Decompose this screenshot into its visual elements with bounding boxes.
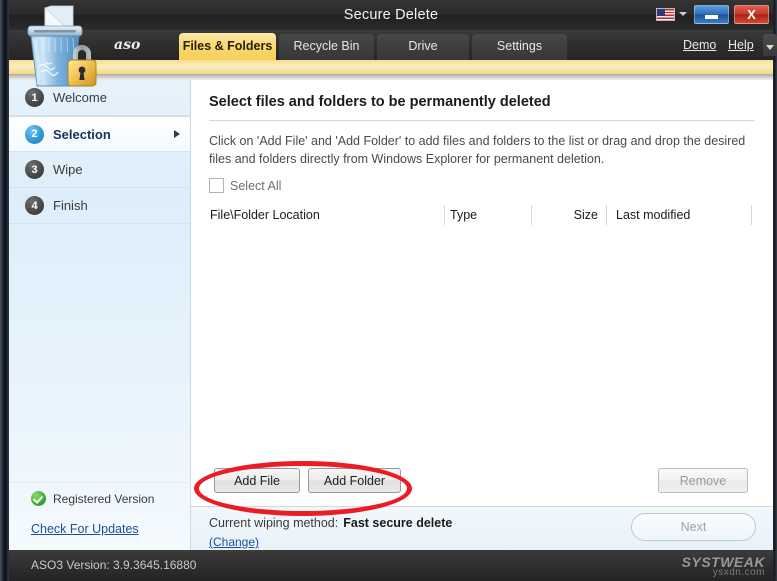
wizard-footer: Current wiping method: Fast secure delete…	[191, 507, 773, 550]
language-selector[interactable]	[654, 7, 689, 22]
tab-files-and-folders[interactable]: Files & Folders	[179, 33, 276, 60]
tab-drive[interactable]: Drive	[377, 34, 469, 60]
column-header-location[interactable]: File\Folder Location	[210, 202, 320, 228]
help-menu-button[interactable]	[763, 34, 777, 56]
file-table-body[interactable]	[206, 228, 758, 448]
chevron-right-icon	[174, 130, 180, 138]
next-button[interactable]: Next	[631, 513, 756, 541]
step-number-badge: 4	[25, 196, 44, 215]
title-divider	[209, 120, 755, 121]
minimize-button[interactable]	[694, 5, 729, 24]
select-all-checkbox[interactable]	[209, 178, 224, 193]
sidebar-item-finish[interactable]: 4 Finish	[9, 188, 190, 224]
page-title: Select files and folders to be permanent…	[209, 94, 551, 110]
column-divider[interactable]	[531, 205, 532, 225]
page-description: Click on 'Add File' and 'Add Folder' to …	[209, 132, 757, 168]
column-divider[interactable]	[751, 205, 752, 225]
wizard-sidebar: 1 Welcome 2 Selection 3 Wipe 4 Finish Re…	[9, 80, 191, 550]
column-header-last-modified[interactable]: Last modified	[616, 202, 690, 228]
check-for-updates-link[interactable]: Check For Updates	[9, 514, 191, 550]
column-divider[interactable]	[606, 205, 607, 225]
file-table-header: File\Folder Location Type Size Last modi…	[206, 202, 758, 229]
step-number-badge: 3	[25, 160, 44, 179]
demo-link-label: Demo	[683, 38, 716, 52]
minimize-icon	[705, 15, 718, 19]
window-frame-right-edge	[773, 0, 777, 581]
sidebar-footer: Registered Version Check For Updates	[9, 482, 191, 550]
chevron-down-icon	[679, 12, 687, 16]
step-number-badge: 2	[25, 125, 44, 144]
select-all-label: Select All	[230, 179, 281, 193]
window-controls: X	[654, 3, 769, 25]
help-link-label: Help	[728, 38, 754, 52]
close-icon: X	[747, 8, 756, 21]
brand-logo-text: aso	[114, 30, 140, 60]
remove-button[interactable]: Remove	[658, 468, 748, 493]
column-divider[interactable]	[444, 205, 445, 225]
shredder-lock-icon	[12, 4, 104, 96]
watermark: SYSTWEAK ysxdn.com	[682, 554, 765, 578]
column-header-type[interactable]: Type	[450, 202, 477, 228]
version-label: ASO3 Version: 3.9.3645.16880	[31, 550, 196, 581]
select-all-row[interactable]: Select All	[209, 178, 281, 193]
sidebar-item-label: Wipe	[53, 162, 83, 177]
tab-settings[interactable]: Settings	[472, 34, 567, 60]
wiping-method-label: Current wiping method:	[209, 516, 338, 530]
sidebar-item-selection[interactable]: 2 Selection	[9, 116, 190, 152]
window-frame-left-edge	[0, 0, 9, 581]
demo-link[interactable]: Demo	[683, 30, 716, 60]
file-action-buttons: Add File Add Folder Remove	[206, 468, 758, 502]
wiping-method-value: Fast secure delete	[343, 516, 452, 530]
add-folder-button[interactable]: Add Folder	[308, 468, 401, 493]
us-flag-icon	[656, 8, 675, 21]
green-check-icon	[31, 491, 46, 506]
sidebar-item-wipe[interactable]: 3 Wipe	[9, 152, 190, 188]
tab-bar: aso Files & Folders Recycle Bin Drive Se…	[9, 30, 773, 60]
chevron-down-icon	[766, 45, 774, 50]
content-area: 1 Welcome 2 Selection 3 Wipe 4 Finish Re…	[9, 80, 773, 550]
tab-recycle-bin[interactable]: Recycle Bin	[279, 34, 374, 60]
column-header-size[interactable]: Size	[558, 202, 598, 228]
add-file-button[interactable]: Add File	[214, 468, 300, 493]
registration-status: Registered Version	[9, 482, 191, 514]
status-bar: ASO3 Version: 3.9.3645.16880 SYSTWEAK ys…	[9, 550, 773, 581]
sidebar-item-label: Finish	[53, 198, 88, 213]
accent-band	[9, 60, 773, 74]
help-link[interactable]: Help	[728, 30, 754, 60]
close-button[interactable]: X	[734, 5, 769, 24]
application-window: Secure Delete X aso Files & Folders Recy…	[0, 0, 777, 581]
sidebar-item-label: Selection	[53, 127, 111, 142]
wiping-method-row: Current wiping method: Fast secure delete	[209, 516, 452, 530]
title-bar[interactable]: Secure Delete X	[9, 0, 773, 30]
change-wiping-method-link[interactable]: (Change)	[209, 535, 259, 549]
registration-status-label: Registered Version	[53, 492, 154, 506]
main-panel: Select files and folders to be permanent…	[191, 80, 773, 550]
